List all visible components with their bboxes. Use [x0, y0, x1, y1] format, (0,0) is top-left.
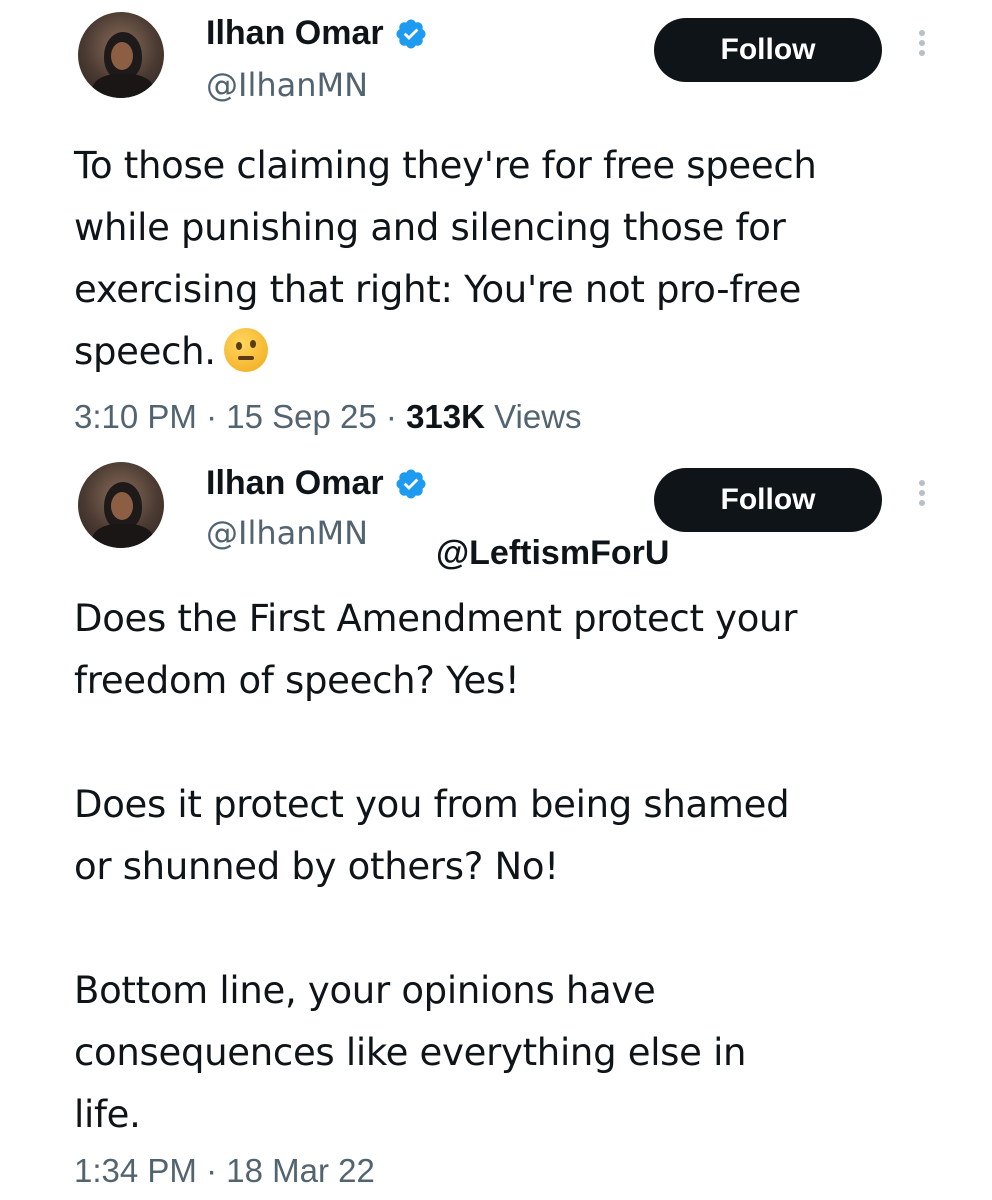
author-name-row[interactable]: Ilhan Omar — [206, 14, 428, 53]
avatar-body — [92, 74, 154, 98]
tweet-time[interactable]: 1:34 PM — [74, 1152, 197, 1189]
tweet-text: Does the First Amendment protect your fr… — [74, 597, 798, 1136]
meta-separator: · — [206, 1152, 218, 1189]
views-label: Views — [494, 398, 582, 435]
thinking-face-icon — [223, 328, 268, 372]
views-count[interactable]: 313K — [406, 398, 485, 435]
author-handle[interactable]: @IlhanMN — [206, 66, 368, 104]
meta-separator: · — [206, 398, 218, 435]
tweet-date[interactable]: 18 Mar 22 — [226, 1152, 375, 1189]
display-name[interactable]: Ilhan Omar — [206, 464, 384, 503]
more-options-icon[interactable] — [912, 26, 932, 74]
avatar-face — [111, 492, 133, 520]
avatar-body — [92, 524, 154, 548]
tweet-body: To those claiming they're for free speec… — [74, 144, 817, 373]
tweet-time[interactable]: 3:10 PM — [74, 398, 197, 435]
more-options-icon[interactable] — [912, 476, 932, 524]
tweet-text: To those claiming they're for free speec… — [74, 135, 954, 383]
follow-button[interactable]: Follow — [654, 468, 882, 532]
avatar[interactable] — [78, 12, 164, 98]
watermark: @LeftismForU — [436, 534, 670, 572]
author-name-row[interactable]: Ilhan Omar — [206, 464, 428, 503]
tweet-1: Ilhan Omar @IlhanMN Follow To those clai… — [0, 0, 992, 450]
tweet-meta: 3:10 PM · 15 Sep 25 · 313K Views — [74, 398, 582, 436]
tweet-date[interactable]: 15 Sep 25 — [226, 398, 376, 435]
tweet-meta: 1:34 PM · 18 Mar 22 — [74, 1152, 375, 1190]
verified-badge-icon — [396, 18, 426, 49]
display-name[interactable]: Ilhan Omar — [206, 14, 384, 53]
author-handle[interactable]: @IlhanMN — [206, 514, 368, 552]
verified-badge-icon — [396, 468, 426, 499]
avatar-face — [111, 42, 133, 70]
follow-button[interactable]: Follow — [654, 18, 882, 82]
meta-separator: · — [385, 398, 397, 435]
avatar[interactable] — [78, 462, 164, 548]
